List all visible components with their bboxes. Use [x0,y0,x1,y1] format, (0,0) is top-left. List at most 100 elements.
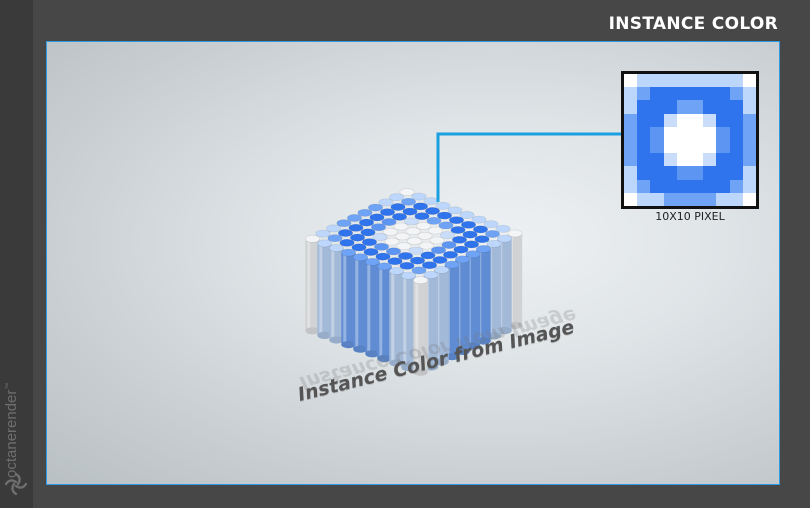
pixel-cell [716,100,730,114]
pixel-cell [703,153,717,167]
pixel-cell [703,100,717,114]
pixel-cell [663,153,677,167]
pixel-cell [650,139,664,154]
pixel-cell [676,153,690,167]
pixel-cell [637,113,651,127]
pixel-cell [663,179,677,193]
pixel-cell [729,100,743,114]
pixel-cell [637,192,651,206]
pixel-cell [663,74,677,88]
pixel-cell [676,113,690,127]
pixel-cell [716,74,730,88]
pixel-cell [676,179,690,193]
pixel-cell [729,87,743,101]
pixel-cell [689,153,704,167]
pixel-cell [703,192,717,206]
pixel-cell [676,139,690,154]
pixel-cell [624,139,638,154]
pixel-cell [729,153,743,167]
pixel-cell [624,87,638,101]
pixel-cell [729,179,743,193]
pixel-cell [689,100,704,114]
pixel-cell [689,74,704,88]
pixel-cell [703,126,717,140]
pixel-cell [689,139,704,154]
pixel-cell [703,113,717,127]
pixel-cell [637,87,651,101]
pixel-cell [663,139,677,154]
render-viewport: 10X10 PIXEL Instance Color from Image In… [46,41,780,485]
pixel-cell [716,126,730,140]
brand-wordmark: octanerender™ [3,383,20,478]
pixel-cell [716,166,730,180]
pixel-cell [729,139,743,154]
pixel-cell [742,100,756,114]
pixel-cell [689,87,704,101]
pixel-cell [703,166,717,180]
pixel-cell [742,74,756,88]
pixel-cell [703,179,717,193]
pixel-cell [742,166,756,180]
pixel-cell [742,179,756,193]
pixel-cell [624,166,638,180]
brand-trademark: ™ [5,382,12,390]
pixel-cell [676,87,690,101]
pixel-cell [742,153,756,167]
pixel-cell [637,126,651,140]
pixel-cell [637,74,651,88]
pixel-cell [742,126,756,140]
pixel-cell [663,166,677,180]
pixel-cell [716,139,730,154]
pixel-cell [650,166,664,180]
pixel-cell [689,113,704,127]
pixel-cell [676,192,690,206]
pixel-cell [650,74,664,88]
pixel-cell [742,113,756,127]
pixel-cell [663,100,677,114]
pixel-cell [689,192,704,206]
pixel-cell [729,126,743,140]
pixel-cell [689,179,704,193]
pixel-cell [742,139,756,154]
pixel-cell [663,126,677,140]
pixel-map-label: 10X10 PIXEL [655,210,725,223]
pixel-cell [624,100,638,114]
pixel-cell [716,192,730,206]
pixel-cell [729,166,743,180]
pixel-cell [676,166,690,180]
pixel-cell [637,100,651,114]
pixel-cell [729,113,743,127]
pixel-cell [624,179,638,193]
pixel-cell [637,139,651,154]
pixel-cell [703,87,717,101]
pixel-cell [663,192,677,206]
pixel-map-preview [621,71,759,209]
pixel-cell [624,192,638,206]
pixel-cell [676,74,690,88]
pixel-cell [729,74,743,88]
pixel-cell [663,113,677,127]
pixel-cell [716,179,730,193]
pixel-cell [624,113,638,127]
pixel-cell [624,153,638,167]
pixel-cell [650,192,664,206]
page-title: INSTANCE COLOR [608,14,778,34]
pixel-cell [716,113,730,127]
sidebar: octanerender™ [0,0,33,508]
pixel-cell [637,153,651,167]
pixel-cell [637,179,651,193]
pixel-cell [742,87,756,101]
pixel-cell [650,126,664,140]
pixel-cell [637,166,651,180]
pixel-cell [703,74,717,88]
pixel-cell [624,126,638,140]
pixel-cell [716,153,730,167]
pixel-cell [650,179,664,193]
pixel-cell [676,126,690,140]
pixel-cell [742,192,756,206]
pixel-cell [689,166,704,180]
brand-name: octanerender [3,389,20,478]
pixel-cell [650,113,664,127]
pixel-cell [650,100,664,114]
pixel-cell [716,87,730,101]
